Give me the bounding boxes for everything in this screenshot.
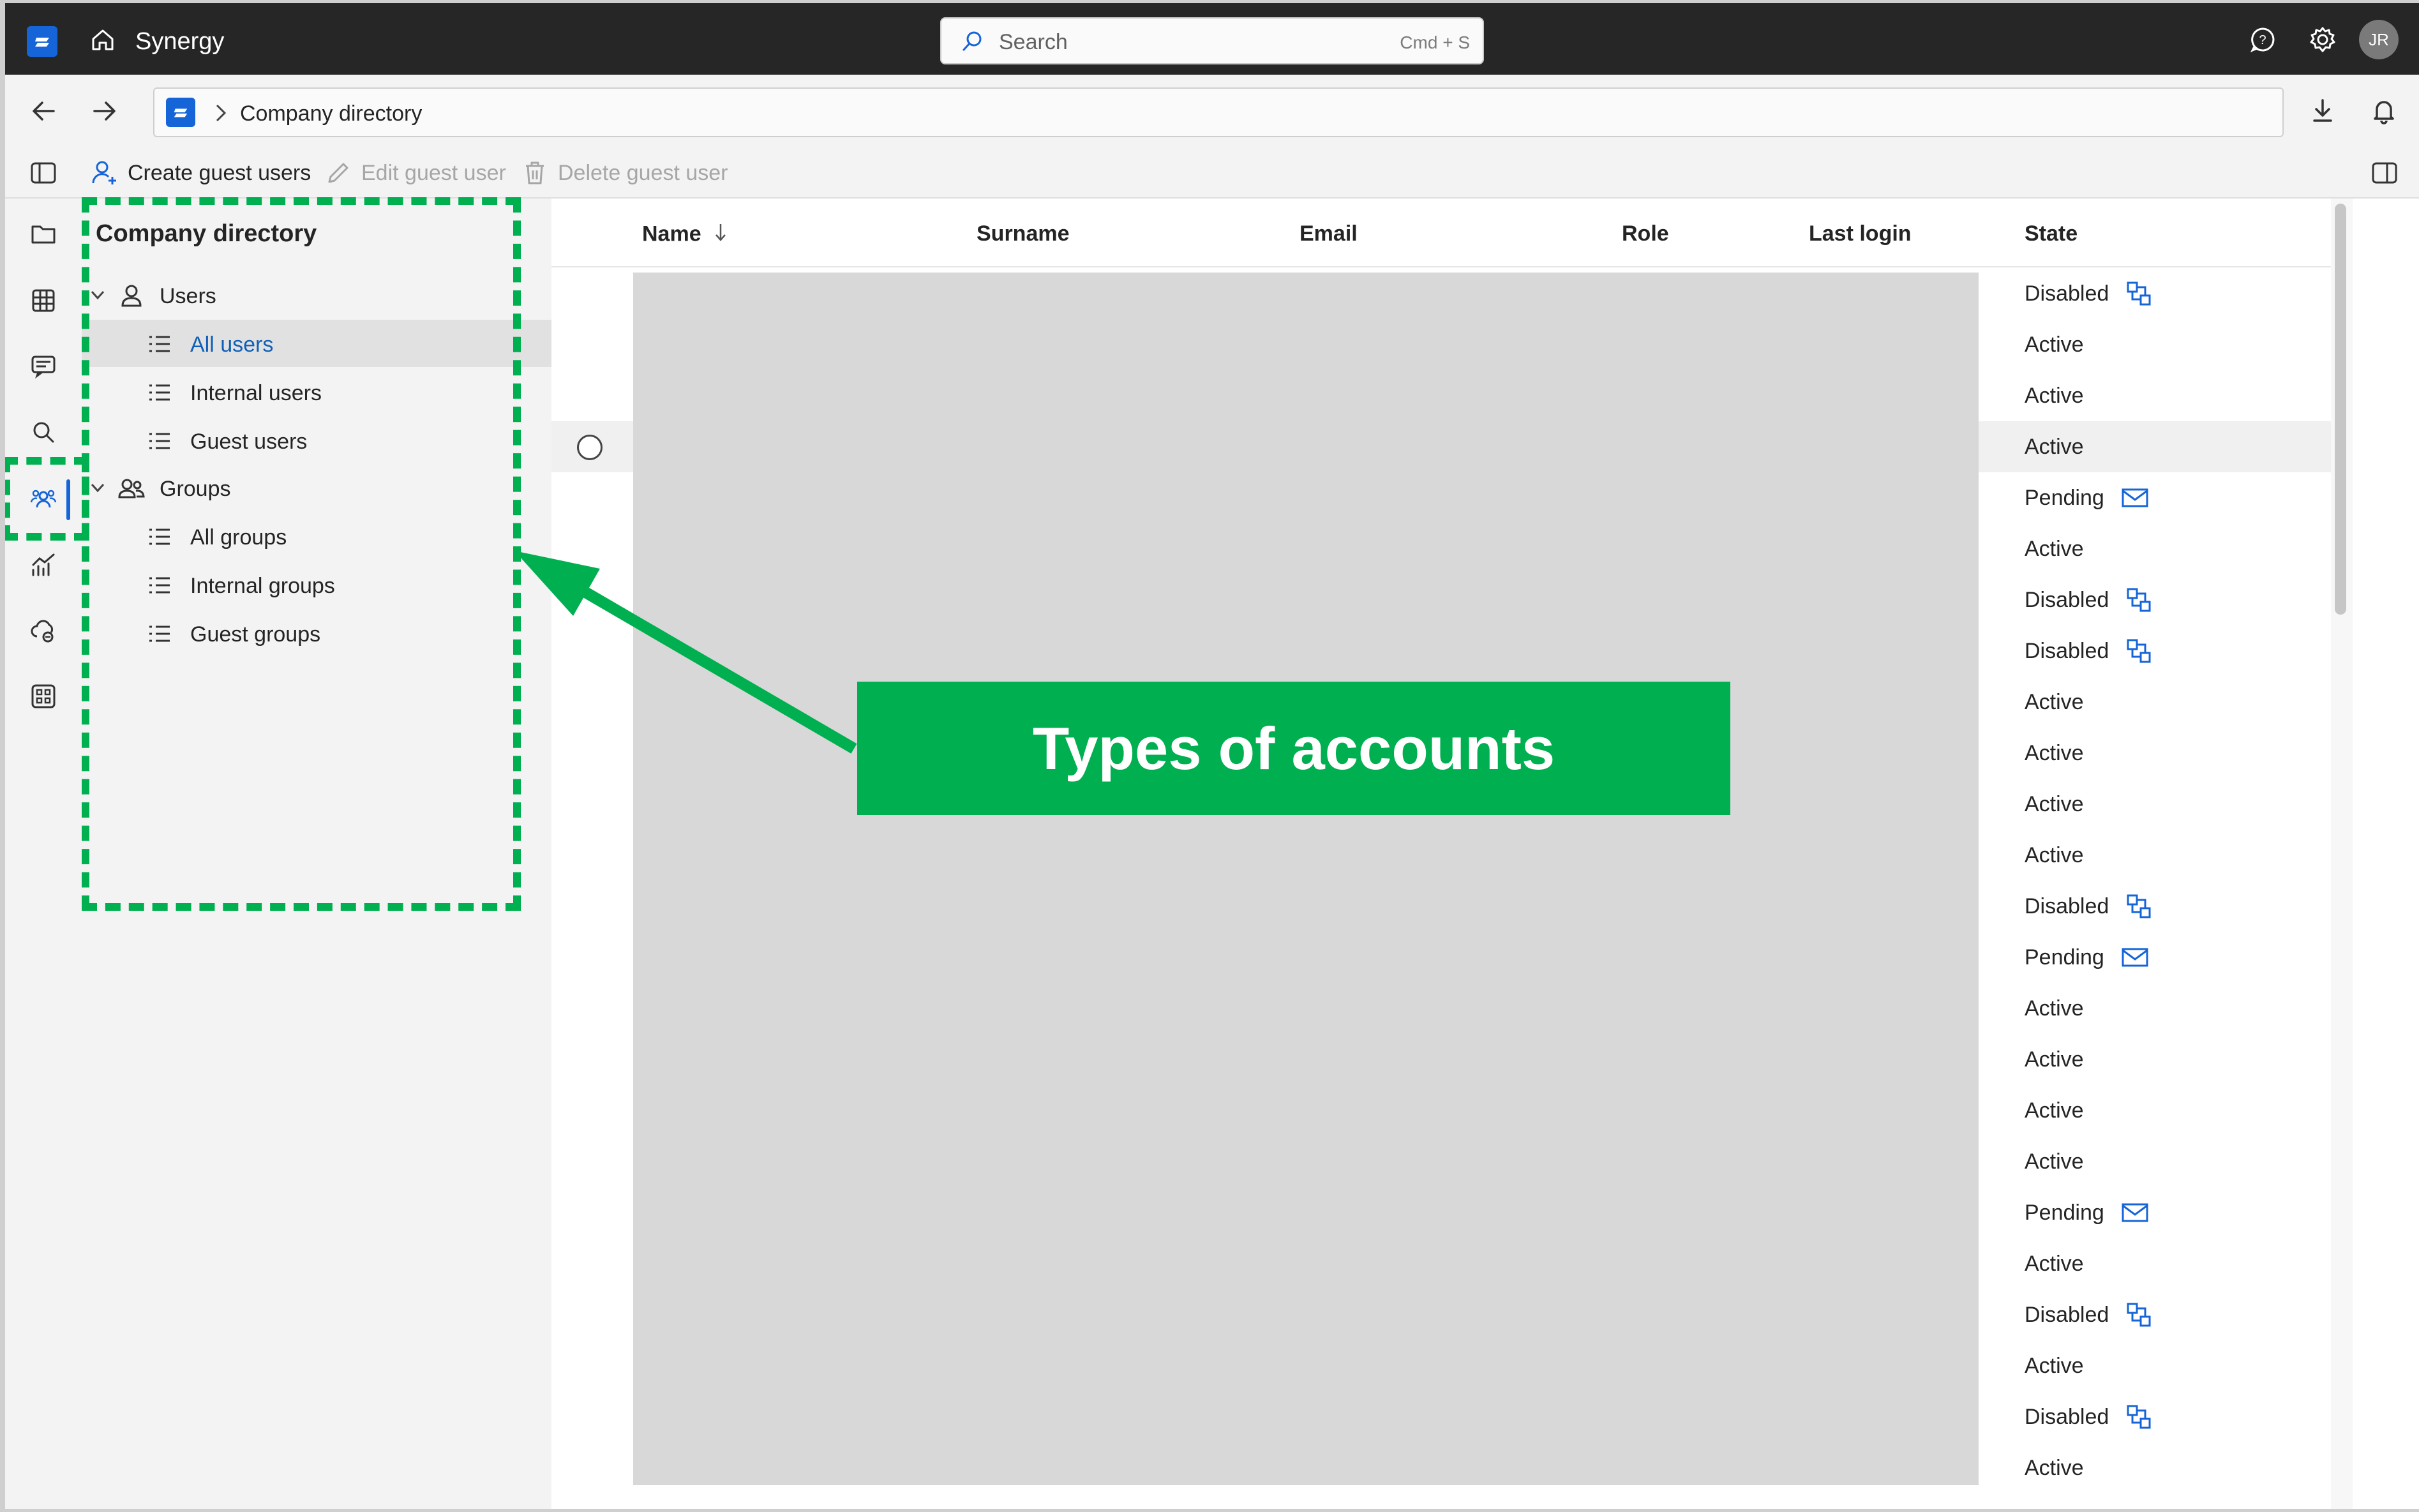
app-window: Synergy Search Cmd + S ? JR Company dire… [5,3,2419,1509]
annotation-callout: Types of accounts [857,682,1730,815]
